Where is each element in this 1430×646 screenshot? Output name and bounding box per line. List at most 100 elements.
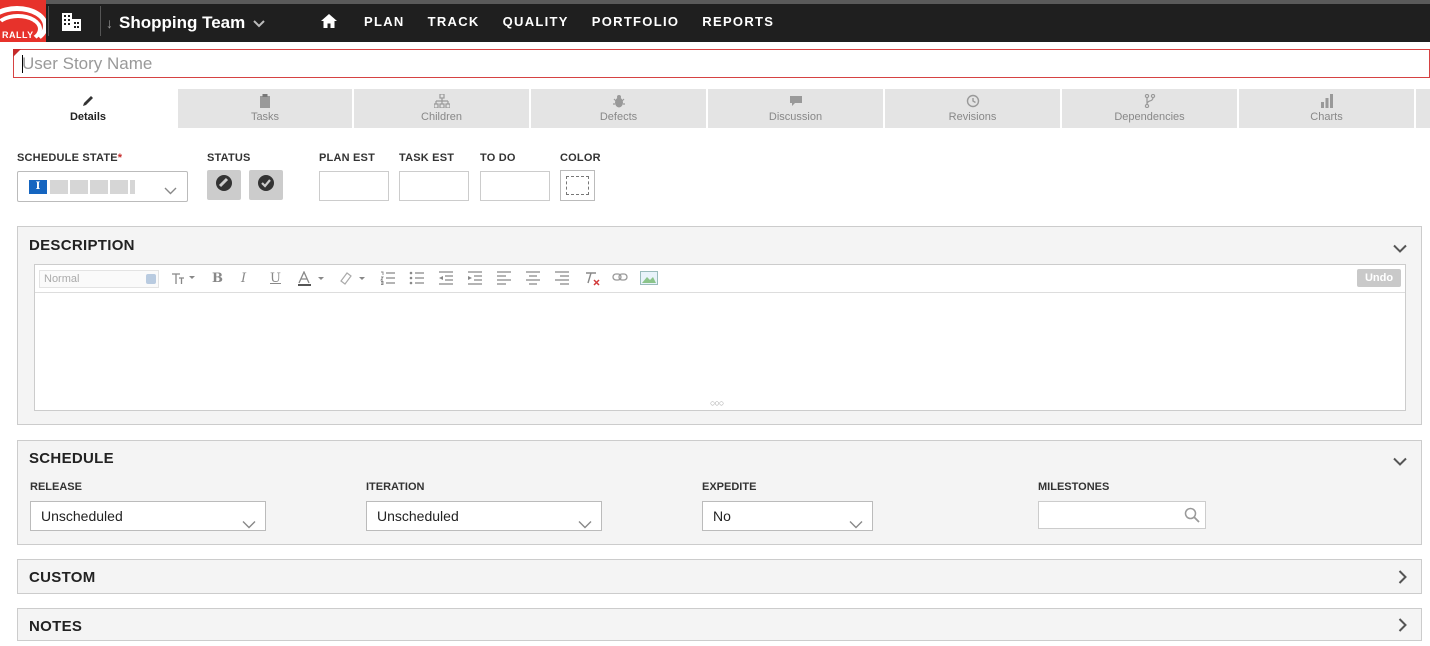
nav-portfolio[interactable]: PORTFOLIO <box>592 14 680 29</box>
underline-icon[interactable]: U <box>270 271 281 286</box>
blocked-toggle[interactable] <box>207 170 241 200</box>
state-step[interactable] <box>110 180 128 194</box>
tab-label: Dependencies <box>1114 111 1185 123</box>
tab-label: Defects <box>599 111 638 123</box>
custom-title: CUSTOM <box>29 569 96 586</box>
release-select[interactable]: Unscheduled <box>30 501 266 531</box>
milestones-label: MILESTONES <box>1038 481 1110 493</box>
notes-panel[interactable]: NOTES <box>17 608 1422 641</box>
tab-label: Children <box>421 111 462 123</box>
release-label: RELEASE <box>30 481 82 493</box>
chevron-down-icon <box>164 182 177 200</box>
home-icon[interactable] <box>320 11 340 31</box>
schedule-title: SCHEDULE <box>29 450 114 467</box>
indent-icon[interactable] <box>467 271 483 289</box>
detail-tabs: Details Tasks Children Defects Discussio… <box>0 89 1430 128</box>
iteration-value: Unscheduled <box>377 508 459 524</box>
schedule-state-select[interactable]: I <box>17 171 188 202</box>
bold-icon[interactable]: B <box>212 271 223 286</box>
resize-handle[interactable]: ○○○ <box>710 398 724 408</box>
release-value: Unscheduled <box>41 508 123 524</box>
state-step[interactable] <box>70 180 88 194</box>
to-do-input[interactable] <box>480 171 550 201</box>
font-size-icon[interactable] <box>171 271 197 289</box>
state-step[interactable] <box>50 180 68 194</box>
state-in-progress[interactable]: I <box>29 180 47 194</box>
search-icon[interactable] <box>1184 507 1200 528</box>
plan-est-input[interactable] <box>319 171 389 201</box>
chevron-right-icon[interactable] <box>1398 570 1407 589</box>
tab-label: Discussion <box>768 111 823 123</box>
milestones-input[interactable] <box>1038 501 1206 529</box>
chevron-down-icon[interactable] <box>1393 453 1407 471</box>
chevron-down-icon[interactable] <box>1393 240 1407 258</box>
blocked-icon <box>215 174 233 197</box>
expedite-value: No <box>713 508 731 524</box>
tab-defects[interactable]: Defects <box>531 89 706 128</box>
tab-dependencies[interactable]: Dependencies <box>1062 89 1237 128</box>
schedule-panel: SCHEDULE RELEASE Unscheduled ITERATION U… <box>17 440 1422 545</box>
align-right-icon[interactable] <box>554 271 570 289</box>
outdent-icon[interactable] <box>438 271 454 289</box>
link-icon[interactable] <box>612 271 628 287</box>
story-name-input[interactable] <box>14 50 1429 77</box>
chevron-right-icon[interactable] <box>1398 618 1407 637</box>
tab-children[interactable]: Children <box>354 89 529 128</box>
nav-quality[interactable]: QUALITY <box>503 14 569 29</box>
task-est-label: TASK EST <box>399 152 455 164</box>
tab-details[interactable]: Details <box>0 89 176 128</box>
undo-button[interactable]: Undo <box>1357 269 1401 287</box>
expedite-select[interactable]: No <box>702 501 873 531</box>
task-est-input[interactable] <box>399 171 469 201</box>
bar-chart-icon <box>1320 94 1334 108</box>
comment-icon <box>789 94 803 108</box>
to-do-label: TO DO <box>480 152 516 164</box>
tab-label: Revisions <box>948 111 997 123</box>
team-name: Shopping Team <box>119 13 246 32</box>
tab-revisions[interactable]: Revisions <box>885 89 1060 128</box>
state-step[interactable] <box>90 180 108 194</box>
description-panel: DESCRIPTION Normal B I U Undo ○○○ <box>17 226 1422 425</box>
bullet-list-icon[interactable] <box>409 271 425 289</box>
highlight-icon[interactable] <box>338 271 368 289</box>
image-icon[interactable] <box>640 271 658 289</box>
schedule-state-label: SCHEDULE STATE* <box>17 152 123 164</box>
custom-panel[interactable]: CUSTOM <box>17 559 1422 594</box>
rally-logo[interactable]: RALLY <box>0 0 46 42</box>
clear-format-icon[interactable] <box>584 271 600 290</box>
format-value: Normal <box>44 273 80 285</box>
color-picker[interactable] <box>560 170 595 201</box>
align-left-icon[interactable] <box>496 271 512 289</box>
nav-track[interactable]: TRACK <box>428 14 480 29</box>
tab-label: Details <box>69 111 107 123</box>
nav-divider <box>100 6 101 36</box>
notes-title: NOTES <box>29 618 83 635</box>
color-swatch <box>566 176 589 195</box>
nav-plan[interactable]: PLAN <box>364 14 405 29</box>
clipboard-icon <box>259 94 271 108</box>
tab-label: Charts <box>1310 111 1343 123</box>
italic-icon[interactable]: I <box>241 271 246 286</box>
iteration-label: ITERATION <box>366 481 425 493</box>
tab-discussion[interactable]: Discussion <box>708 89 883 128</box>
workspace-building-icon[interactable] <box>61 12 83 37</box>
tab-tasks[interactable]: Tasks <box>178 89 352 128</box>
format-select[interactable]: Normal <box>39 270 159 288</box>
align-center-icon[interactable] <box>525 271 541 289</box>
team-selector[interactable]: ↓ Shopping Team <box>106 12 265 34</box>
hierarchy-icon <box>433 94 450 108</box>
nav-reports[interactable]: REPORTS <box>702 14 774 29</box>
tab-charts[interactable]: Charts <box>1239 89 1414 128</box>
tab-overflow[interactable] <box>1416 89 1430 128</box>
editor-toolbar: Normal B I U Undo <box>35 265 1405 293</box>
main-nav: PLAN TRACK QUALITY PORTFOLIO REPORTS <box>320 0 797 42</box>
nav-divider <box>48 6 49 36</box>
description-editor[interactable]: Normal B I U Undo ○○○ <box>34 264 1406 411</box>
ready-toggle[interactable] <box>249 170 283 200</box>
numbered-list-icon[interactable] <box>380 271 396 289</box>
logo-text: RALLY <box>2 30 34 40</box>
description-title: DESCRIPTION <box>29 237 135 254</box>
iteration-select[interactable]: Unscheduled <box>366 501 602 531</box>
text-color-icon[interactable] <box>297 270 327 291</box>
state-step[interactable] <box>130 180 135 194</box>
